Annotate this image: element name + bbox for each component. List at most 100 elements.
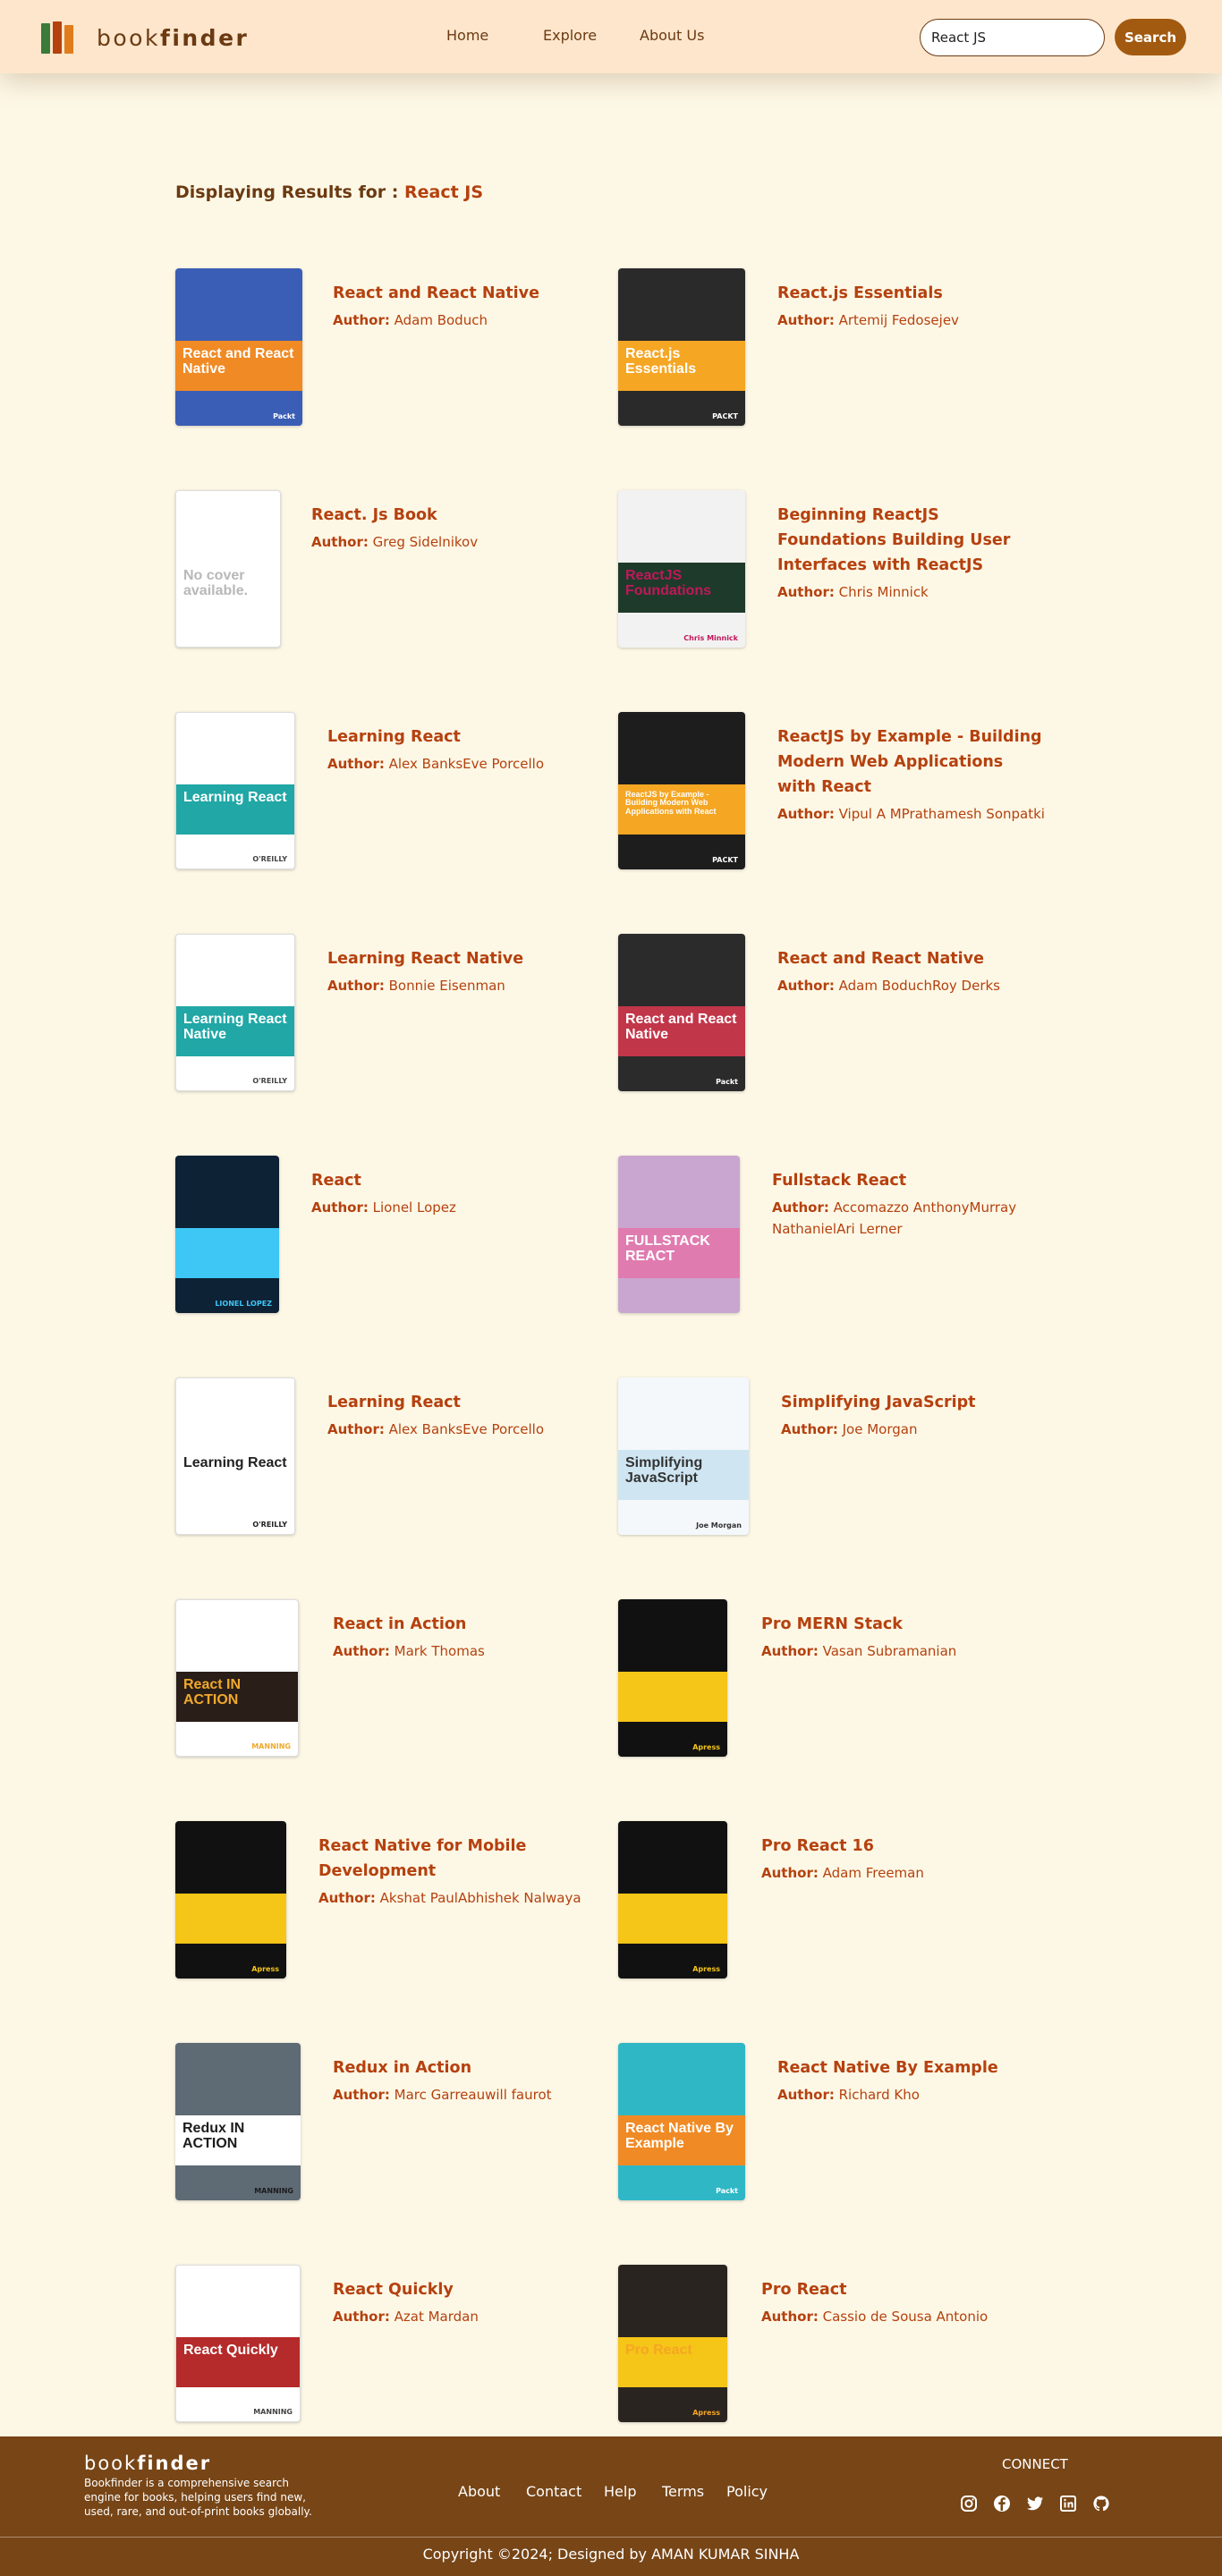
book-author: Author: Cassio de Sousa Antonio (761, 2306, 1030, 2327)
cover-publisher: Packt (273, 411, 295, 420)
linkedin-icon[interactable] (1058, 2494, 1078, 2513)
book-cover[interactable]: FULLSTACK REACT (618, 1156, 740, 1313)
book-cover[interactable]: Pro MERN Stack Apress (618, 1599, 727, 1757)
book-card[interactable]: Redux IN ACTION MANNING Redux in Action Aut… (175, 2043, 676, 2204)
book-card[interactable]: ReactJS Foundations Chris Minnick Beginnin… (618, 490, 1119, 651)
book-cover[interactable]: Pro React 16 Apress (618, 1821, 727, 1979)
author-label: Author: (311, 534, 369, 550)
search-button[interactable]: Search (1115, 19, 1186, 55)
footer-link-help[interactable]: Help (604, 2483, 636, 2500)
book-cover[interactable]: Learning React O'REILLY (175, 1377, 295, 1535)
footer-link-policy[interactable]: Policy (726, 2483, 768, 2500)
book-cover[interactable]: ReactJS by Example - Building Modern Web… (618, 712, 745, 869)
book-author: Author: Mark Thomas (333, 1640, 601, 1662)
book-card[interactable]: ReactJS by Example - Building Modern Web… (618, 712, 1119, 873)
nav-explore[interactable]: Explore (543, 27, 597, 44)
book-cover[interactable]: Learning React O'REILLY (175, 712, 295, 869)
book-info: React in Action Author: Mark Thomas (333, 1612, 601, 1662)
book-card[interactable]: Learning React O'REILLY Learning React Auth… (175, 1377, 676, 1538)
book-cover[interactable]: ReactJS Foundations Chris Minnick (618, 490, 745, 648)
facebook-icon[interactable] (992, 2494, 1012, 2513)
book-title[interactable]: Redux in Action (333, 2055, 601, 2080)
book-title[interactable]: Learning React (327, 724, 596, 750)
nav-home[interactable]: Home (446, 27, 488, 44)
book-info: React.js Essentials Author: Artemij Fedos… (777, 281, 1046, 331)
book-cover[interactable]: No cover available. (175, 490, 281, 648)
book-cover[interactable]: React and React Native Packt (175, 268, 302, 426)
book-card[interactable]: React IN ACTION MANNING React in Action Aut… (175, 1599, 676, 1760)
book-title[interactable]: React in Action (333, 1612, 601, 1637)
book-card[interactable]: Pro React 16 Apress Pro React 16 Author: Ad… (618, 1821, 1119, 1982)
author-label: Author: (772, 1199, 829, 1216)
book-cover[interactable]: Learning React Native O'REILLY (175, 934, 295, 1091)
book-author: Author: Adam Freeman (761, 1862, 1030, 1884)
results-query: React JS (403, 182, 484, 202)
cover-title: React Native for Mobile Development (182, 1899, 272, 1917)
footer-link-about[interactable]: About (458, 2483, 500, 2500)
book-title[interactable]: React and React Native (777, 946, 1046, 971)
book-card[interactable]: Pro MERN Stack Apress Pro MERN Stack Author… (618, 1599, 1119, 1760)
author-label: Author: (333, 2309, 390, 2325)
book-title[interactable]: React and React Native (333, 281, 601, 306)
book-title[interactable]: React Native By Example (777, 2055, 1046, 2080)
book-cover[interactable]: React Quickly MANNING (175, 2265, 301, 2422)
book-card[interactable]: REACT LIONEL LOPEZ React Author: Lionel Lop… (175, 1156, 676, 1317)
book-card[interactable]: Learning React Native O'REILLY Learning Re… (175, 934, 676, 1095)
footer-link-contact[interactable]: Contact (526, 2483, 581, 2500)
book-info: React Author: Lionel Lopez (311, 1168, 580, 1218)
book-card[interactable]: React Native By Example Packt React Native… (618, 2043, 1119, 2204)
book-title[interactable]: Pro MERN Stack (761, 1612, 1030, 1637)
book-cover[interactable]: React IN ACTION MANNING (175, 1599, 299, 1757)
social-icons (959, 2494, 1111, 2513)
twitter-icon[interactable] (1025, 2494, 1045, 2513)
book-card[interactable]: React.js Essentials PACKT React.js Essenti… (618, 268, 1119, 429)
footer-link-terms[interactable]: Terms (662, 2483, 704, 2500)
book-title[interactable]: Beginning ReactJS Foundations Building U… (777, 503, 1046, 578)
book-title[interactable]: ReactJS by Example - Building Modern Web… (777, 724, 1046, 800)
book-info: Pro MERN Stack Author: Vasan Subramanian (761, 1612, 1030, 1662)
github-icon[interactable] (1091, 2494, 1111, 2513)
book-author: Author: Azat Mardan (333, 2306, 601, 2327)
book-card[interactable]: Simplifying JavaScript Joe Morgan Simplify… (618, 1377, 1119, 1538)
search-input[interactable] (920, 19, 1105, 56)
book-cover[interactable]: Redux IN ACTION MANNING (175, 2043, 301, 2200)
book-info: Redux in Action Author: Marc Garreauwill … (333, 2055, 601, 2106)
book-card[interactable]: FULLSTACK REACT Fullstack React Author: Ac… (618, 1156, 1119, 1317)
book-card[interactable]: React and React Native Packt React and Rea… (618, 934, 1119, 1095)
book-title[interactable]: Simplifying JavaScript (781, 1390, 1049, 1415)
book-title[interactable]: React Quickly (333, 2277, 601, 2302)
book-cover[interactable]: React Native for Mobile Development Apres… (175, 1821, 286, 1979)
book-title[interactable]: Fullstack React (772, 1168, 1040, 1193)
book-cover[interactable]: REACT LIONEL LOPEZ (175, 1156, 279, 1313)
book-cover[interactable]: React.js Essentials PACKT (618, 268, 745, 426)
author-label: Author: (327, 756, 385, 772)
book-card[interactable]: Pro React Apress Pro React Author: Cassio d… (618, 2265, 1119, 2426)
instagram-icon[interactable] (959, 2494, 979, 2513)
cover-publisher: Joe Morgan (696, 1521, 742, 1530)
book-title[interactable]: Pro React (761, 2277, 1030, 2302)
book-card[interactable]: Learning React O'REILLY Learning React Auth… (175, 712, 676, 873)
book-cover[interactable]: Simplifying JavaScript Joe Morgan (618, 1377, 749, 1535)
book-title[interactable]: Learning React Native (327, 946, 596, 971)
book-title[interactable]: Pro React 16 (761, 1834, 1030, 1859)
book-card[interactable]: No cover available. React. Js Book Author:… (175, 490, 676, 651)
footer: bookfinder Bookfinder is a comprehensive… (0, 2436, 1222, 2576)
book-card[interactable]: React and React Native Packt React and Rea… (175, 268, 676, 429)
book-cover[interactable]: Pro React Apress (618, 2265, 727, 2422)
book-card[interactable]: React Quickly MANNING React Quickly Author:… (175, 2265, 676, 2426)
book-author: Author: Adam BoduchRoy Derks (777, 975, 1046, 996)
cover-publisher: Apress (692, 2408, 720, 2417)
author-label: Author: (777, 806, 835, 822)
cover-publisher: Packt (716, 1077, 738, 1086)
book-card[interactable]: React Native for Mobile Development Apres… (175, 1821, 676, 1982)
book-info: Learning React Author: Alex BanksEve Porc… (327, 724, 596, 775)
book-title[interactable]: React. Js Book (311, 503, 580, 528)
book-title[interactable]: React (311, 1168, 580, 1193)
book-author: Author: Accomazzo AnthonyMurray Nathanie… (772, 1197, 1040, 1240)
book-title[interactable]: React Native for Mobile Development (318, 1834, 587, 1884)
book-title[interactable]: Learning React (327, 1390, 596, 1415)
book-cover[interactable]: React and React Native Packt (618, 934, 745, 1091)
book-cover[interactable]: React Native By Example Packt (618, 2043, 745, 2200)
nav-about-us[interactable]: About Us (640, 27, 704, 44)
book-title[interactable]: React.js Essentials (777, 281, 1046, 306)
